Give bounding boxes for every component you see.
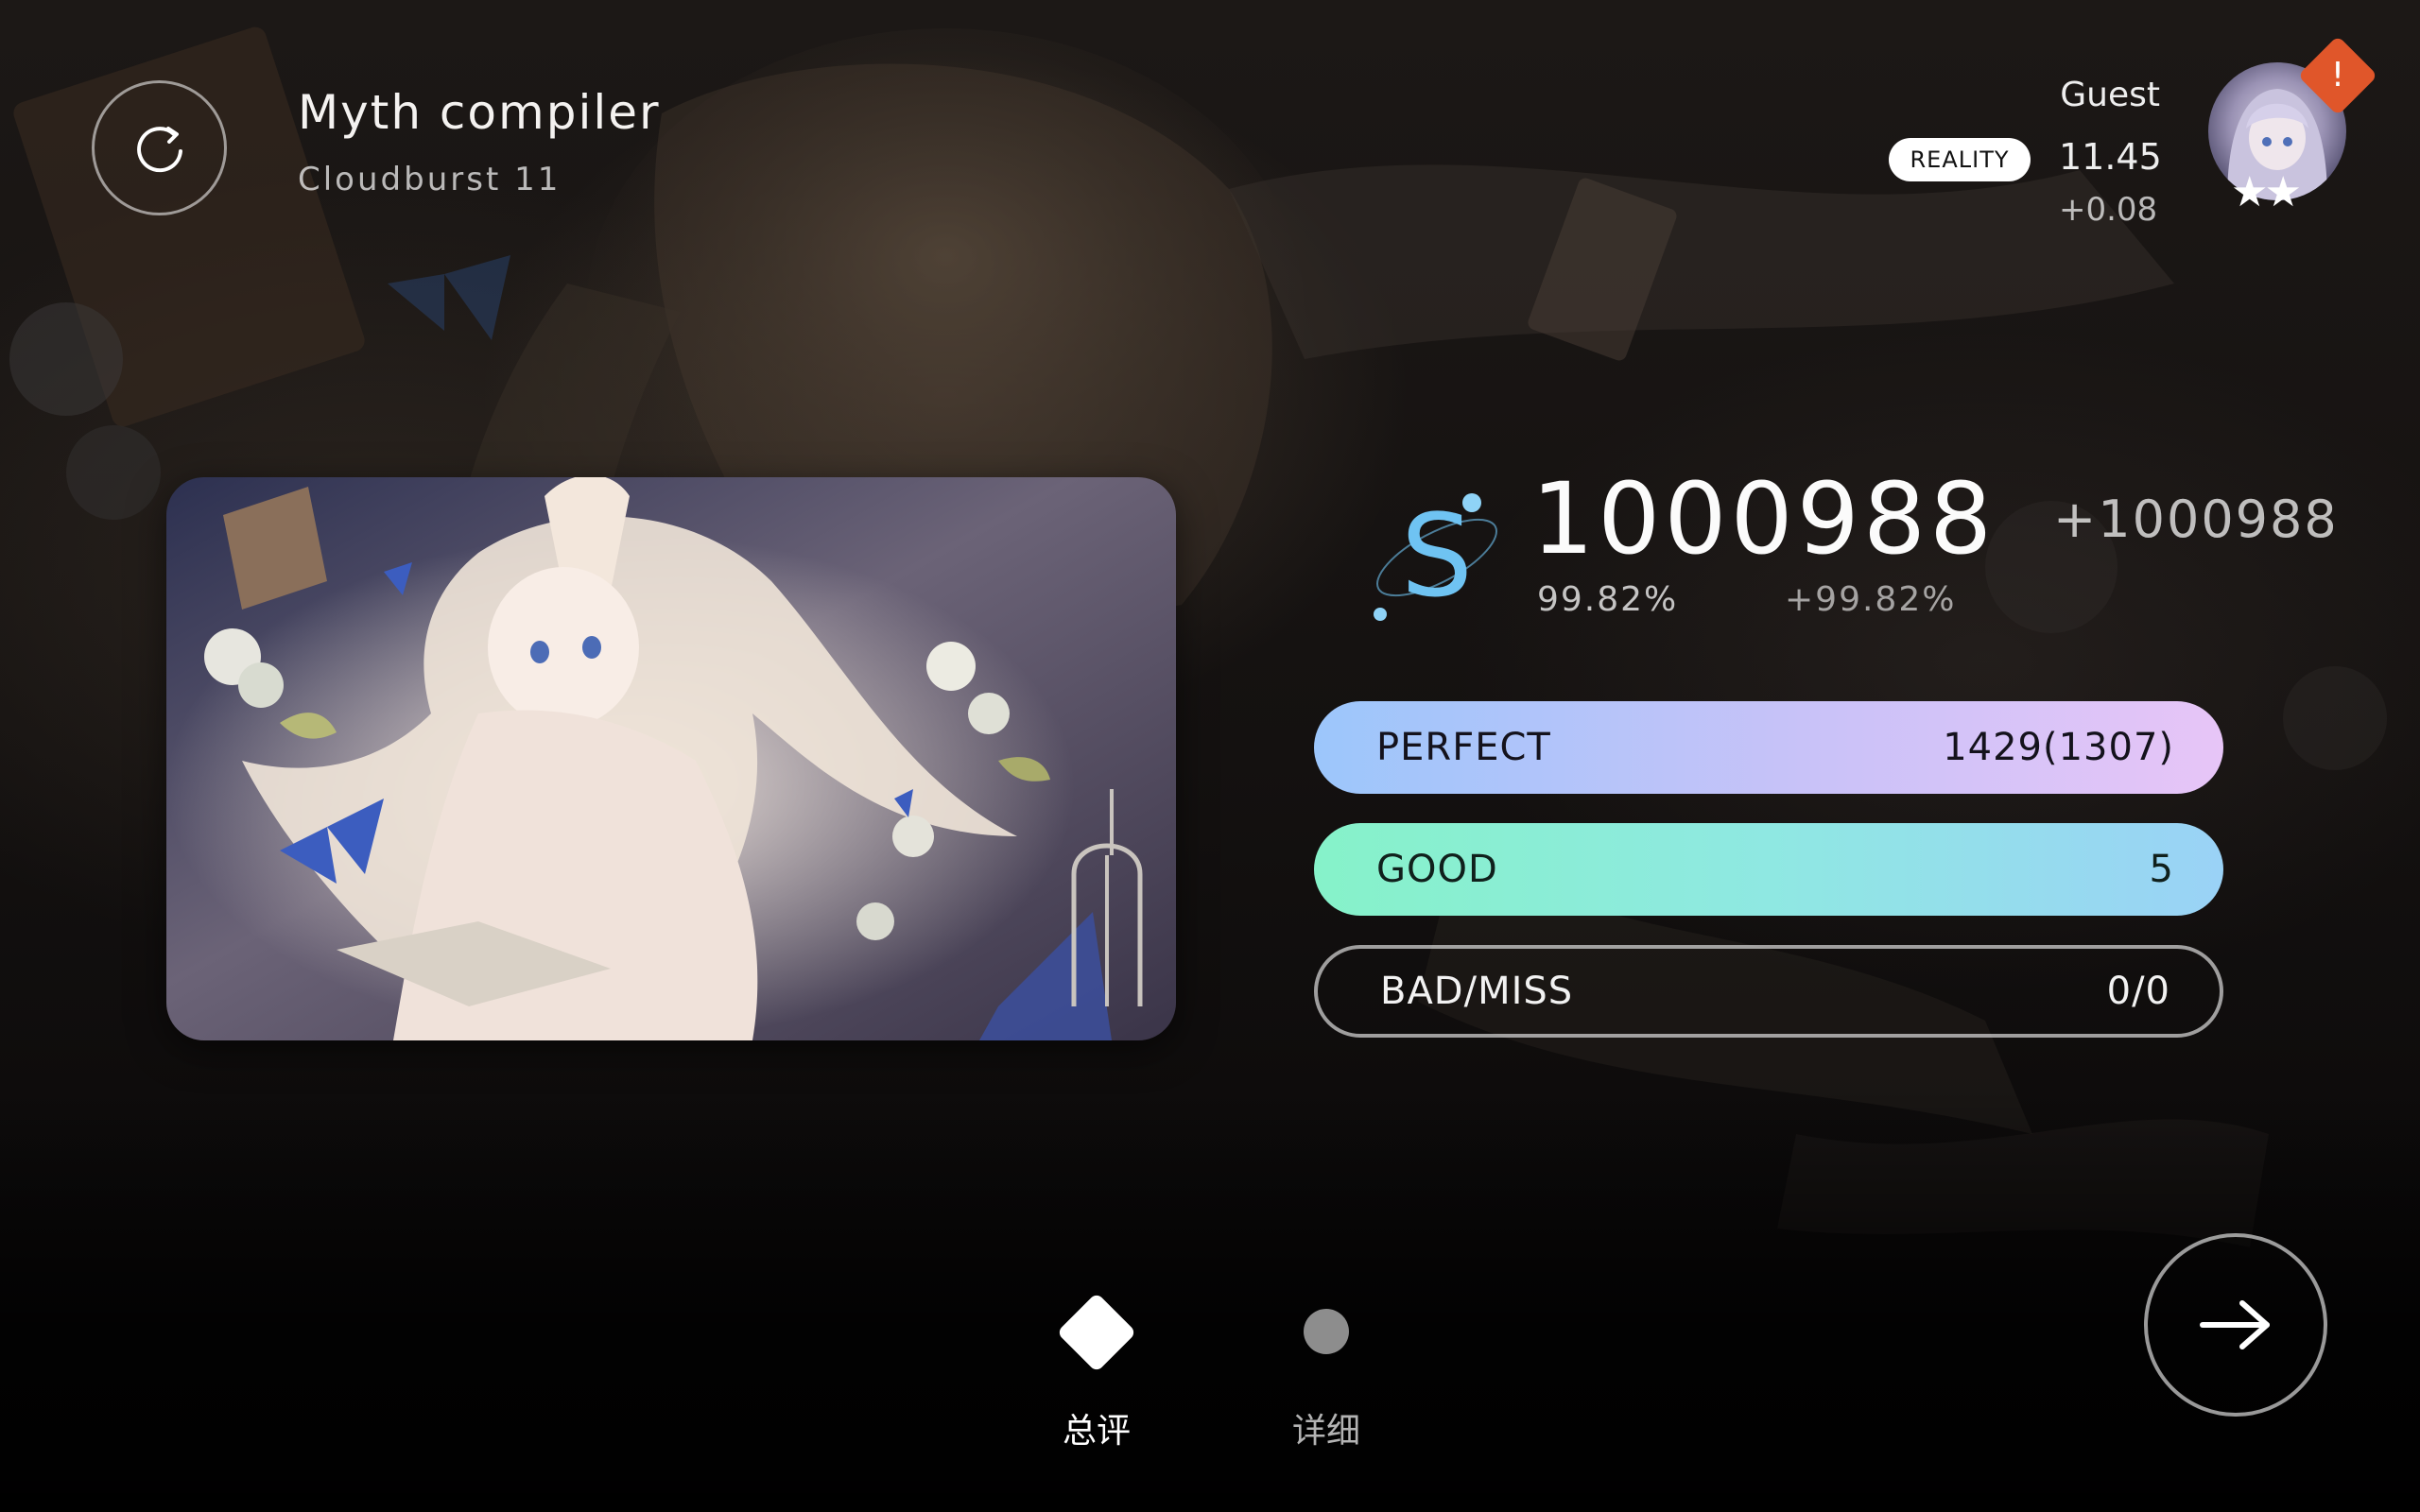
- song-difficulty: Cloudburst 11: [298, 161, 562, 198]
- perfect-count: 1429(1307): [1943, 726, 2174, 769]
- next-button[interactable]: [2144, 1233, 2327, 1417]
- ranking-score-delta: +0.08: [2059, 191, 2158, 229]
- rank-letter: S: [1401, 491, 1473, 623]
- score: 1000988: [1531, 461, 1996, 576]
- tab-detail-indicator[interactable]: [1304, 1309, 1349, 1354]
- bad-miss-label: BAD/MISS: [1380, 970, 1574, 1013]
- retry-icon: [136, 126, 182, 172]
- song-title: Myth compiler: [298, 85, 661, 140]
- ranking-score: 11.45: [2059, 136, 2162, 178]
- arrow-right-icon: [2200, 1300, 2270, 1349]
- accuracy: 99.82%: [1537, 580, 1679, 619]
- notice-icon: !: [2330, 56, 2345, 94]
- good-count: 5: [2149, 848, 2174, 891]
- tab-summary-label[interactable]: 总评: [1054, 1403, 1139, 1452]
- bad-miss-bar: BAD/MISS 0/0: [1314, 945, 2223, 1038]
- good-label: GOOD: [1376, 848, 1498, 891]
- song-illustration: [166, 477, 1176, 1040]
- accuracy-delta: +99.82%: [1785, 580, 1957, 619]
- rank-icon: S: [1374, 491, 1498, 623]
- result-screen: Myth compiler Cloudburst 11 Guest REALIT…: [0, 0, 2420, 1512]
- score-delta: +1000988: [2053, 490, 2339, 549]
- bottom-fade: [0, 1087, 2420, 1512]
- perfect-bar: PERFECT 1429(1307): [1314, 701, 2223, 794]
- illustration-art: [166, 477, 1176, 1040]
- avatar-stars: ★★: [2231, 168, 2302, 216]
- retry-button[interactable]: [92, 80, 227, 215]
- good-bar: GOOD 5: [1314, 823, 2223, 916]
- bad-miss-count: 0/0: [2106, 970, 2170, 1013]
- reality-badge: REALITY: [1889, 138, 2031, 181]
- perfect-label: PERFECT: [1376, 726, 1551, 769]
- player-name: Guest: [2060, 76, 2160, 114]
- tab-detail-label[interactable]: 详细: [1284, 1403, 1369, 1452]
